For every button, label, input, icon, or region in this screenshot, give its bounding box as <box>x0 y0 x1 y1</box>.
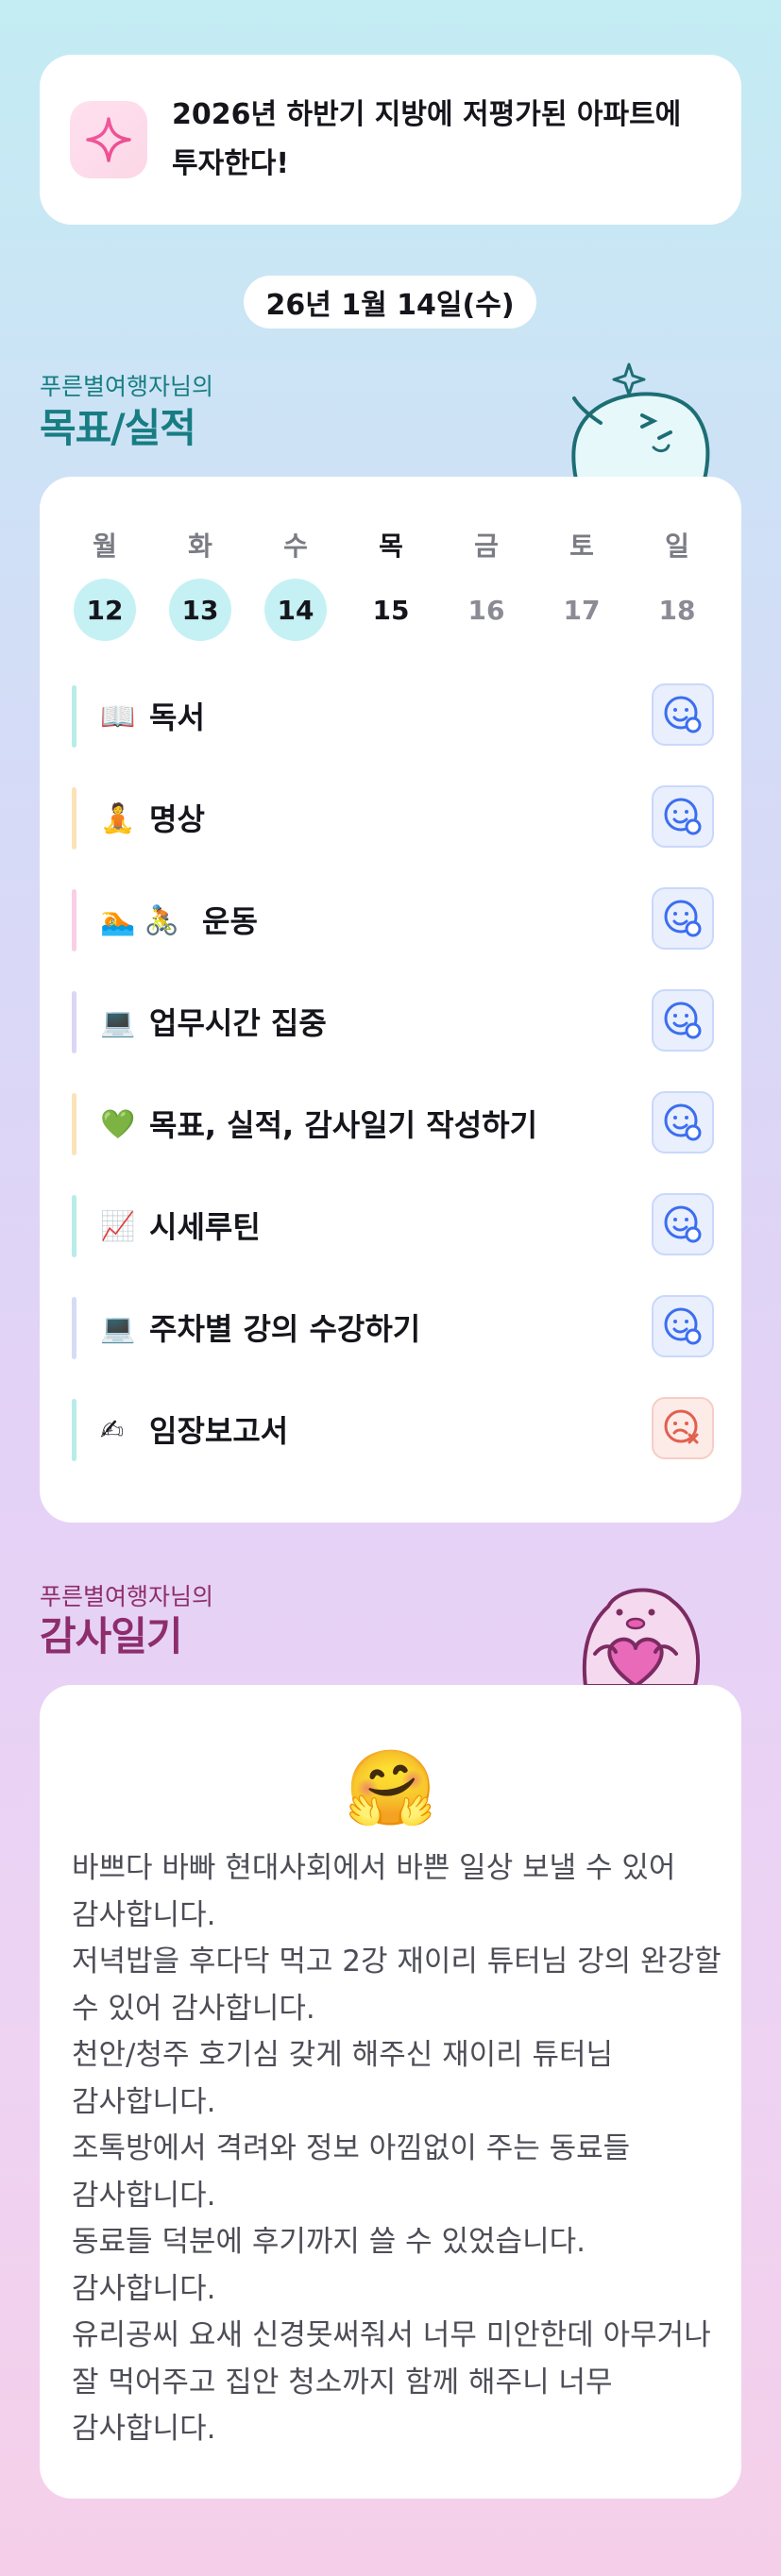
weekday-label: 토 <box>569 530 594 562</box>
weekday-label: 일 <box>665 530 689 562</box>
day-button[interactable]: 16 <box>455 579 518 641</box>
habit-label: 명상 <box>149 801 205 837</box>
achieved-smile-icon[interactable] <box>652 887 714 950</box>
habit-row[interactable]: ✍ 임장보고서 <box>72 1397 714 1461</box>
weekday-label: 화 <box>188 530 212 562</box>
chart-up-icon: 📈 <box>100 1210 136 1243</box>
laptop-icon: 💻 <box>100 1006 136 1039</box>
gratitude-text: 바쁘다 바빠 현대사회에서 바쁜 일상 보낼 수 있어 감사합니다. 저녁밥을 … <box>72 1851 722 2446</box>
ghost-mascot-icon <box>571 362 710 480</box>
day-button[interactable]: 17 <box>551 579 613 641</box>
weekday-label: 수 <box>283 530 308 562</box>
habit-color-bar <box>72 1399 76 1461</box>
habit-color-bar <box>72 685 76 748</box>
habit-label: 임장보고서 <box>149 1413 289 1449</box>
hugging-face-icon: 🤗 <box>344 1746 437 1831</box>
gratitude-card: 🤗 바쁘다 바빠 현대사회에서 바쁜 일상 보낼 수 있어 감사합니다. 저녁밥… <box>40 1685 741 2499</box>
achieved-smile-icon[interactable] <box>652 1091 714 1153</box>
writing-hand-icon: ✍ <box>100 1414 125 1447</box>
book-icon: 📖 <box>100 700 136 733</box>
weekday-label: 월 <box>93 530 117 562</box>
habit-label: 업무시간 집중 <box>149 1005 327 1041</box>
habit-row[interactable]: 💻 업무시간 집중 <box>72 989 714 1053</box>
achieved-smile-icon[interactable] <box>652 683 714 746</box>
habit-color-bar <box>72 787 76 850</box>
meditation-icon: 🧘 <box>100 802 136 835</box>
weekday-label: 목 <box>379 530 403 562</box>
habit-color-bar <box>72 1195 76 1257</box>
weekday-label: 금 <box>474 530 499 562</box>
habit-color-bar <box>72 1297 76 1359</box>
habit-row[interactable]: 📖 독서 <box>72 683 714 748</box>
day-button[interactable]: 12 <box>74 579 136 641</box>
day-button[interactable]: 18 <box>646 579 708 641</box>
sparkle-icon <box>70 101 147 178</box>
day-button[interactable]: 15 <box>360 579 422 641</box>
habit-label: 독서 <box>149 699 205 735</box>
day-button[interactable]: 14 <box>264 579 327 641</box>
achieved-smile-icon[interactable] <box>652 1295 714 1357</box>
goals-section-title: 목표/실적 <box>40 405 196 451</box>
achieved-smile-icon[interactable] <box>652 1193 714 1255</box>
day-button[interactable]: 13 <box>169 579 231 641</box>
goal-banner[interactable]: 2026년 하반기 지방에 저평가된 아파트에 투자한다! <box>40 55 741 225</box>
habit-row[interactable]: 💚 목표, 실적, 감사일기 작성하기 <box>72 1091 714 1155</box>
habit-row[interactable]: 💻 주차별 강의 수강하기 <box>72 1295 714 1359</box>
laptop-icon: 💻 <box>100 1312 136 1345</box>
achieved-smile-icon[interactable] <box>652 785 714 848</box>
heart-mascot-icon <box>582 1588 700 1686</box>
habit-row[interactable]: 📈 시세루틴 <box>72 1193 714 1257</box>
goals-card: 월 12 화 13 수 14 목 15 금 16 토 17 일 18 📖 독서 … <box>40 477 741 1523</box>
missed-sad-icon[interactable] <box>652 1397 714 1459</box>
habit-label: 시세루틴 <box>149 1209 261 1245</box>
achieved-smile-icon[interactable] <box>652 989 714 1052</box>
habit-label: 목표, 실적, 감사일기 작성하기 <box>149 1107 538 1143</box>
habit-label: 주차별 강의 수강하기 <box>149 1311 421 1347</box>
goal-text: 2026년 하반기 지방에 저평가된 아파트에 투자한다! <box>172 98 682 180</box>
habit-color-bar <box>72 889 76 951</box>
habit-label: 운동 <box>202 903 258 939</box>
habit-row[interactable]: 🏊 🚴 운동 <box>72 887 714 951</box>
habit-color-bar <box>72 1093 76 1155</box>
habit-row[interactable]: 🧘 명상 <box>72 785 714 850</box>
date-selector[interactable]: 26년 1월 14일(수) <box>244 276 536 328</box>
habit-color-bar <box>72 991 76 1053</box>
gratitude-section-title: 감사일기 <box>40 1613 183 1659</box>
green-heart-icon: 💚 <box>100 1108 136 1141</box>
swim-bike-icon: 🏊 🚴 <box>100 904 180 937</box>
